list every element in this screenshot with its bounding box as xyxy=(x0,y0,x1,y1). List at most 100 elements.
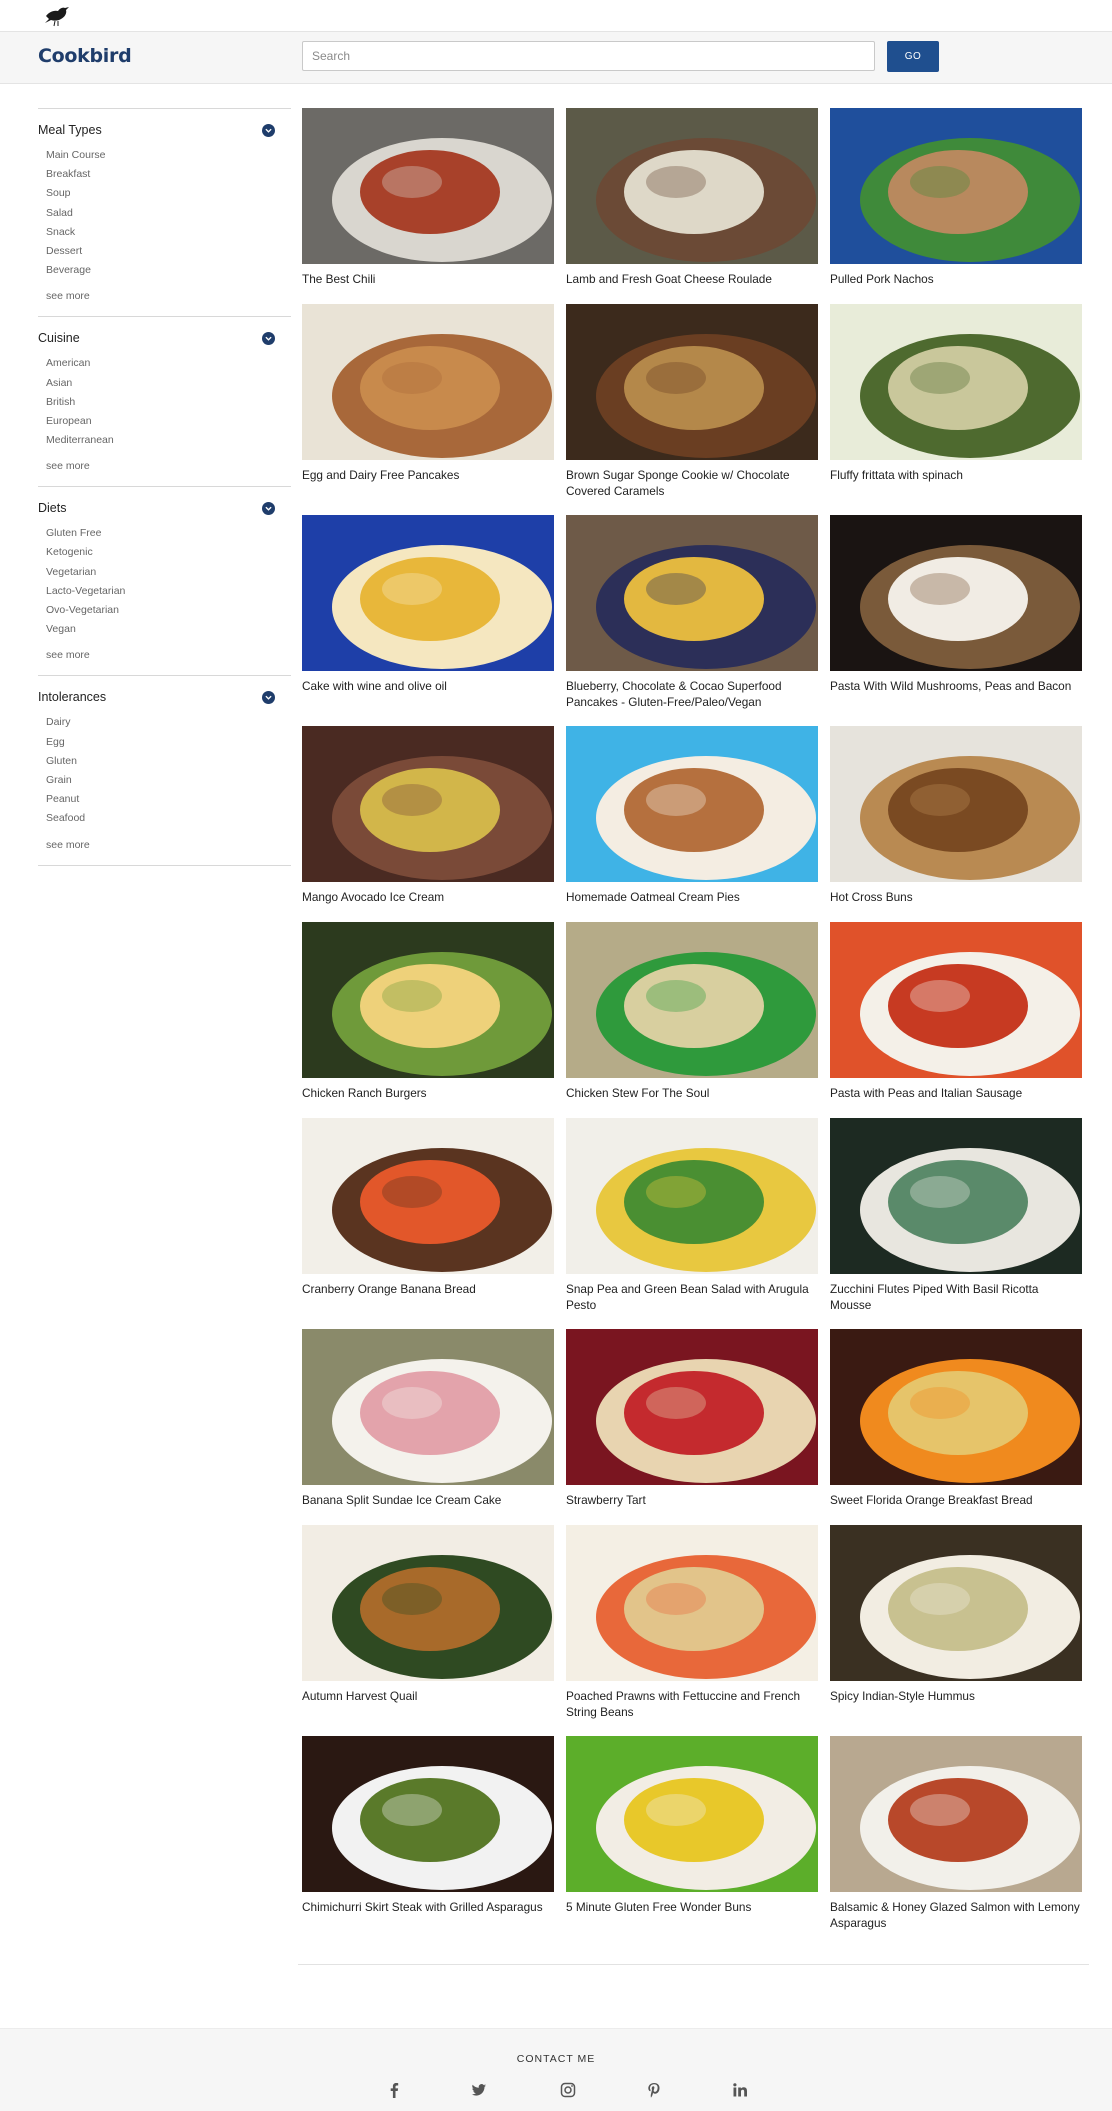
recipe-card[interactable]: Chimichurri Skirt Steak with Grilled Asp… xyxy=(302,1736,554,1916)
recipe-card[interactable]: Fluffy frittata with spinach xyxy=(830,304,1082,484)
facet-option[interactable]: Asian xyxy=(38,374,291,393)
recipe-card[interactable]: Zucchini Flutes Piped With Basil Ricotta… xyxy=(830,1118,1082,1313)
recipe-title[interactable]: Blueberry, Chocolate & Cocao Superfood P… xyxy=(566,679,818,710)
bird-logo-icon[interactable] xyxy=(42,4,72,28)
recipe-image[interactable] xyxy=(830,1525,1082,1681)
see-more-link[interactable]: see more xyxy=(38,837,291,853)
recipe-card[interactable]: Hot Cross Buns xyxy=(830,726,1082,906)
recipe-card[interactable]: Balsamic & Honey Glazed Salmon with Lemo… xyxy=(830,1736,1082,1931)
facet-header[interactable]: Cuisine xyxy=(38,329,291,347)
recipe-title[interactable]: Strawberry Tart xyxy=(566,1493,818,1509)
facet-option[interactable]: Lacto-Vegetarian xyxy=(38,582,291,601)
recipe-title[interactable]: Banana Split Sundae Ice Cream Cake xyxy=(302,1493,554,1509)
facet-header[interactable]: Diets xyxy=(38,499,291,517)
recipe-image[interactable] xyxy=(302,1736,554,1892)
recipe-image[interactable] xyxy=(302,108,554,264)
facet-option[interactable]: Soup xyxy=(38,184,291,203)
recipe-card[interactable]: The Best Chili xyxy=(302,108,554,288)
recipe-image[interactable] xyxy=(566,726,818,882)
facet-option[interactable]: Salad xyxy=(38,204,291,223)
facet-option[interactable]: Snack xyxy=(38,223,291,242)
recipe-title[interactable]: Pasta with Peas and Italian Sausage xyxy=(830,1086,1082,1102)
brand-name[interactable]: Cookbird xyxy=(38,45,132,67)
recipe-card[interactable]: Sweet Florida Orange Breakfast Bread xyxy=(830,1329,1082,1509)
recipe-card[interactable]: Snap Pea and Green Bean Salad with Arugu… xyxy=(566,1118,818,1313)
recipe-title[interactable]: Pulled Pork Nachos xyxy=(830,272,1082,288)
facet-option[interactable]: Breakfast xyxy=(38,165,291,184)
linkedin-icon[interactable] xyxy=(731,2081,749,2099)
recipe-image[interactable] xyxy=(566,1736,818,1892)
recipe-card[interactable]: Spicy Indian-Style Hummus xyxy=(830,1525,1082,1705)
recipe-title[interactable]: Zucchini Flutes Piped With Basil Ricotta… xyxy=(830,1282,1082,1313)
recipe-card[interactable]: Strawberry Tart xyxy=(566,1329,818,1509)
recipe-title[interactable]: Fluffy frittata with spinach xyxy=(830,468,1082,484)
recipe-card[interactable]: Pasta With Wild Mushrooms, Peas and Baco… xyxy=(830,515,1082,695)
recipe-title[interactable]: Hot Cross Buns xyxy=(830,890,1082,906)
see-more-link[interactable]: see more xyxy=(38,458,291,474)
facet-option[interactable]: Dessert xyxy=(38,242,291,261)
chevron-down-icon[interactable] xyxy=(262,501,275,515)
chevron-down-icon[interactable] xyxy=(262,690,275,704)
recipe-image[interactable] xyxy=(830,108,1082,264)
recipe-title[interactable]: Snap Pea and Green Bean Salad with Arugu… xyxy=(566,1282,818,1313)
recipe-image[interactable] xyxy=(302,726,554,882)
recipe-card[interactable]: Cake with wine and olive oil xyxy=(302,515,554,695)
recipe-title[interactable]: The Best Chili xyxy=(302,272,554,288)
recipe-card[interactable]: Brown Sugar Sponge Cookie w/ Chocolate C… xyxy=(566,304,818,499)
recipe-image[interactable] xyxy=(302,1329,554,1485)
chevron-down-icon[interactable] xyxy=(262,123,275,137)
recipe-title[interactable]: Balsamic & Honey Glazed Salmon with Lemo… xyxy=(830,1900,1082,1931)
recipe-card[interactable]: Banana Split Sundae Ice Cream Cake xyxy=(302,1329,554,1509)
recipe-image[interactable] xyxy=(302,515,554,671)
facet-option[interactable]: Beverage xyxy=(38,261,291,280)
facet-option[interactable]: Vegetarian xyxy=(38,563,291,582)
recipe-card[interactable]: Egg and Dairy Free Pancakes xyxy=(302,304,554,484)
recipe-title[interactable]: Autumn Harvest Quail xyxy=(302,1689,554,1705)
recipe-title[interactable]: Cake with wine and olive oil xyxy=(302,679,554,695)
recipe-card[interactable]: Mango Avocado Ice Cream xyxy=(302,726,554,906)
recipe-card[interactable]: Blueberry, Chocolate & Cocao Superfood P… xyxy=(566,515,818,710)
search-input[interactable] xyxy=(302,41,875,71)
recipe-image[interactable] xyxy=(302,1118,554,1274)
twitter-icon[interactable] xyxy=(470,2081,488,2099)
facet-header[interactable]: Meal Types xyxy=(38,121,291,139)
recipe-title[interactable]: Mango Avocado Ice Cream xyxy=(302,890,554,906)
recipe-card[interactable]: Poached Prawns with Fettuccine and Frenc… xyxy=(566,1525,818,1720)
recipe-title[interactable]: Homemade Oatmeal Cream Pies xyxy=(566,890,818,906)
recipe-card[interactable]: Autumn Harvest Quail xyxy=(302,1525,554,1705)
facet-option[interactable]: Egg xyxy=(38,733,291,752)
facet-option[interactable]: Dairy xyxy=(38,713,291,732)
recipe-card[interactable]: Chicken Ranch Burgers xyxy=(302,922,554,1102)
facet-header[interactable]: Intolerances xyxy=(38,688,291,706)
facet-option[interactable]: Grain xyxy=(38,771,291,790)
go-button[interactable]: GO xyxy=(887,41,939,72)
recipe-card[interactable]: Cranberry Orange Banana Bread xyxy=(302,1118,554,1298)
recipe-image[interactable] xyxy=(566,108,818,264)
facet-option[interactable]: European xyxy=(38,412,291,431)
recipe-title[interactable]: Poached Prawns with Fettuccine and Frenc… xyxy=(566,1689,818,1720)
facet-option[interactable]: Mediterranean xyxy=(38,431,291,450)
recipe-title[interactable]: Cranberry Orange Banana Bread xyxy=(302,1282,554,1298)
recipe-card[interactable]: Pulled Pork Nachos xyxy=(830,108,1082,288)
facet-option[interactable]: Vegan xyxy=(38,620,291,639)
recipe-image[interactable] xyxy=(830,1329,1082,1485)
recipe-image[interactable] xyxy=(830,726,1082,882)
facet-option[interactable]: British xyxy=(38,393,291,412)
recipe-title[interactable]: Lamb and Fresh Goat Cheese Roulade xyxy=(566,272,818,288)
recipe-title[interactable]: Chicken Stew For The Soul xyxy=(566,1086,818,1102)
chevron-down-icon[interactable] xyxy=(262,331,275,345)
facet-option[interactable]: Gluten xyxy=(38,752,291,771)
recipe-image[interactable] xyxy=(830,304,1082,460)
recipe-title[interactable]: Chicken Ranch Burgers xyxy=(302,1086,554,1102)
recipe-image[interactable] xyxy=(566,1329,818,1485)
recipe-image[interactable] xyxy=(302,304,554,460)
recipe-image[interactable] xyxy=(830,1736,1082,1892)
instagram-icon[interactable] xyxy=(559,2081,577,2099)
recipe-card[interactable]: Lamb and Fresh Goat Cheese Roulade xyxy=(566,108,818,288)
recipe-image[interactable] xyxy=(830,922,1082,1078)
facet-option[interactable]: American xyxy=(38,354,291,373)
recipe-title[interactable]: Egg and Dairy Free Pancakes xyxy=(302,468,554,484)
recipe-title[interactable]: Brown Sugar Sponge Cookie w/ Chocolate C… xyxy=(566,468,818,499)
facet-option[interactable]: Seafood xyxy=(38,809,291,828)
pinterest-icon[interactable] xyxy=(645,2081,663,2099)
